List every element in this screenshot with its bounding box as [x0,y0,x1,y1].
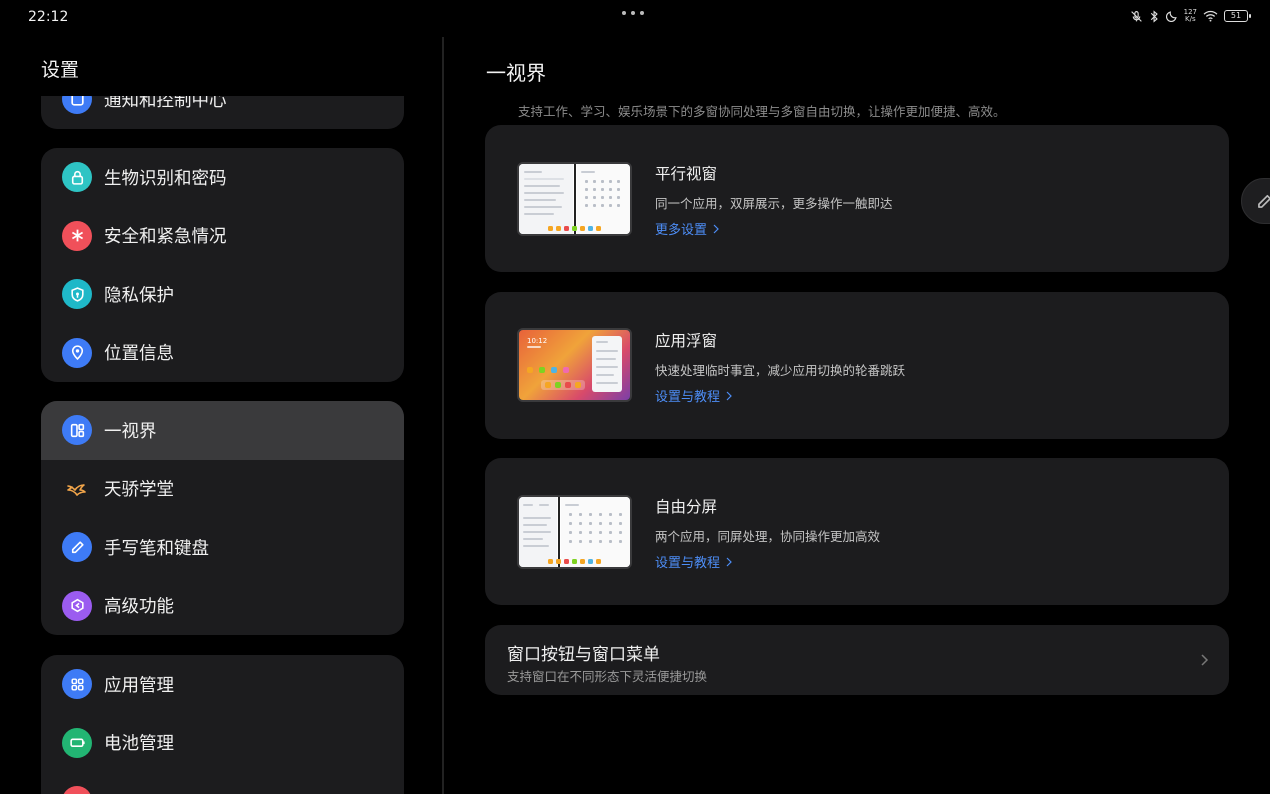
page-description: 支持工作、学习、娱乐场景下的多窗协同处理与多窗自由切换，让操作更加便捷、高效。 [518,104,1006,119]
settings-item-advanced[interactable]: 高级功能 [41,577,404,636]
settings-item-notifications[interactable]: 通知和控制中心 [41,96,404,129]
more-settings-link[interactable]: 更多设置 [655,219,720,238]
card-title: 应用浮窗 [655,332,718,350]
settings-item-label: 天骄学堂 [104,480,174,501]
settings-item-privacy[interactable]: 隐私保护 [41,265,404,324]
wifi-icon [1203,10,1218,22]
settings-item-apps[interactable]: 应用管理 [41,655,404,714]
row-title: 窗口按钮与窗口菜单 [507,645,660,665]
status-icons: 127 K/s 51 [1130,8,1251,23]
pen-icon [62,532,92,563]
battery-icon [62,727,92,758]
settings-item-label: 安全和紧急情况 [104,227,227,248]
settings-item-multiwindow[interactable]: 一视界 [41,401,404,460]
settings-item-partial[interactable] [41,772,404,794]
settings-item-location[interactable]: 位置信息 [41,324,404,383]
multiwindow-icon [62,415,92,446]
network-speed: 127 K/s [1183,8,1197,23]
location-pin-icon [62,337,92,368]
settings-group-apps: 应用管理 电池管理 [41,655,404,794]
window-handle-dots[interactable] [622,11,644,15]
settings-item-label: 高级功能 [104,597,174,618]
pen-icon [1258,194,1270,208]
card-title: 自由分屏 [655,498,718,516]
settings-item-label: 生物识别和密码 [104,168,227,189]
notification-icon [62,96,92,115]
settings-item-label: 一视界 [104,421,157,442]
settings-tutorial-link[interactable]: 设置与教程 [655,552,733,571]
settings-title: 设置 [41,59,80,81]
mute-icon [1130,10,1142,22]
card-description: 快速处理临时事宜，减少应用切换的轮番跳跃 [655,363,906,378]
privacy-shield-icon [62,279,92,310]
parallel-window-thumbnail [517,162,632,236]
battery-indicator: 51 [1224,10,1251,22]
page-title: 一视界 [486,61,546,85]
settings-item-safety[interactable]: 安全和紧急情况 [41,207,404,266]
split-screen-thumbnail [517,495,632,569]
card-parallel-window[interactable]: 平行视窗 同一个应用，双屏展示，更多操作一触即达 更多设置 [485,125,1229,272]
chevron-right-icon [726,391,732,400]
settings-list[interactable]: 通知和控制中心 生物识别和密码 安全和紧急情况 隐私保护 位置信息 一视界 天骄… [0,96,442,794]
settings-item-label: 通知和控制中心 [104,96,227,111]
settings-item-biometrics[interactable]: 生物识别和密码 [41,148,404,207]
status-bar: 22:12 127 K/s 51 [0,0,1270,36]
settings-group-notifications: 通知和控制中心 [41,96,404,129]
card-floating-window[interactable]: 10:12 应用浮窗 快速处理临时事宜，减少应用切换的轮番跳跃 设置与教程 [485,292,1229,439]
settings-item-tianjiao[interactable]: 天骄学堂 [41,460,404,519]
card-description: 同一个应用，双屏展示，更多操作一触即达 [655,196,893,211]
partial-icon [62,786,92,794]
card-description: 两个应用，同屏处理，协同操作更加高效 [655,529,881,544]
settings-group-features: 一视界 天骄学堂 手写笔和键盘 高级功能 [41,401,404,635]
settings-group-security: 生物识别和密码 安全和紧急情况 隐私保护 位置信息 [41,148,404,382]
chevron-right-icon [1201,654,1209,666]
advanced-icon [62,590,92,621]
settings-item-label: 手写笔和键盘 [104,538,209,559]
row-subtitle: 支持窗口在不同形态下灵活便捷切换 [507,669,708,684]
settings-item-label: 电池管理 [104,734,174,755]
window-buttons-menu-row[interactable]: 窗口按钮与窗口菜单 支持窗口在不同形态下灵活便捷切换 [485,625,1229,695]
apps-grid-icon [62,669,92,700]
settings-item-label: 隐私保护 [104,285,174,306]
settings-item-stylus-keyboard[interactable]: 手写笔和键盘 [41,518,404,577]
asterisk-icon [62,220,92,251]
chevron-right-icon [726,557,732,566]
card-title: 平行视窗 [655,165,718,183]
pane-divider [442,37,444,794]
thumbnail-clock: 10:12 [527,337,548,345]
floating-window-thumbnail: 10:12 [517,328,632,402]
settings-item-battery[interactable]: 电池管理 [41,714,404,773]
status-time: 22:12 [28,9,69,25]
settings-tutorial-link[interactable]: 设置与教程 [655,386,733,405]
chevron-right-icon [713,224,719,233]
lock-icon [62,162,92,193]
bluetooth-icon [1150,9,1158,23]
settings-item-label: 位置信息 [104,344,174,365]
bird-logo-icon [62,474,92,504]
settings-item-label: 应用管理 [104,675,174,696]
card-split-screen[interactable]: 自由分屏 两个应用，同屏处理，协同操作更加高效 设置与教程 [485,458,1229,605]
floating-pen-handle[interactable] [1241,178,1270,224]
moon-icon [1165,11,1177,22]
